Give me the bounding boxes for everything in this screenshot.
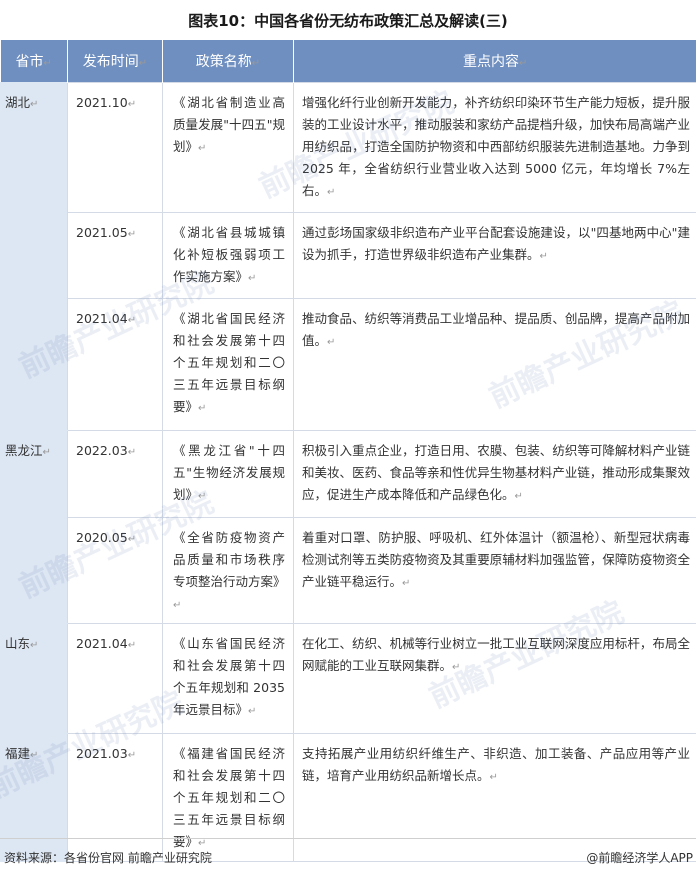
date-cell: 2021.05↵: [67, 212, 163, 299]
table-row: 2020.05↵ 《全省防疫物资产品质量和市场秩序专项整治行动方案》↵ 着重对口…: [1, 517, 696, 624]
content-cell: 在化工、纺织、机械等行业树立一批工业互联网深度应用标杆，布局全网赋能的工业互联网…: [293, 623, 696, 734]
content-cell: 着重对口罩、防护服、呼吸机、红外体温计（额温枪）、新型冠状病毒检测试剂等五类防疫…: [293, 517, 696, 624]
header-content: 重点内容↵: [293, 40, 696, 83]
date-cell: 2021.04↵: [67, 298, 163, 431]
table-row: 2021.05↵ 《湖北省县城城镇化补短板强弱项工作实施方案》↵ 通过彭场国家级…: [1, 212, 696, 299]
date-cell: 2022.03↵: [67, 430, 163, 518]
table-row: 2021.04↵ 《湖北省国民经济和社会发展第十四个五年规划和二〇三五年远景目标…: [1, 298, 696, 431]
policy-table: 省市↵ 发布时间↵ 政策名称↵ 重点内容↵ 湖北↵ 2021.10↵ 《湖北省制…: [0, 40, 696, 862]
footer: 资料来源：各省份官网 前瞻产业研究院 @前瞻经济学人APP: [0, 838, 696, 876]
policy-name-cell: 《湖北省国民经济和社会发展第十四个五年规划和二〇三五年远景目标纲要》↵: [162, 298, 294, 431]
table-header-row: 省市↵ 发布时间↵ 政策名称↵ 重点内容↵: [0, 40, 696, 83]
date-cell: 2021.04↵: [67, 623, 163, 734]
policy-name-cell: 《山东省国民经济和社会发展第十四个五年规划和 2035 年远景目标》↵: [162, 623, 294, 734]
date-cell: 2021.10↵: [67, 82, 163, 213]
content-cell: 积极引入重点企业，打造日用、农膜、包装、纺织等可降解材料产业链和美妆、医药、食品…: [293, 430, 696, 518]
policy-name-cell: 《湖北省县城城镇化补短板强弱项工作实施方案》↵: [162, 212, 294, 299]
content-cell: 通过彭场国家级非织造布产业平台配套设施建设，以"四基地两中心"建设为抓手，打造世…: [293, 212, 696, 299]
province-cell: 山东↵: [0, 623, 68, 734]
chart-title: 图表10：中国各省份无纺布政策汇总及解读(三): [188, 11, 508, 30]
table-row: 山东↵ 2021.04↵ 《山东省国民经济和社会发展第十四个五年规划和 2035…: [0, 623, 696, 734]
table-row: 黑龙江↵ 2022.03↵ 《黑龙江省"十四五"生物经济发展规划》↵ 积极引入重…: [0, 430, 696, 624]
table-row: 湖北↵ 2021.10↵ 《湖北省制造业高质量发展"十四五"规划》↵ 增强化纤行…: [0, 82, 696, 431]
header-date: 发布时间↵: [67, 40, 163, 83]
content-cell: 推动食品、纺织等消费品工业增品种、提品质、创品牌，提高产品附加值。↵: [293, 298, 696, 431]
brand-label: @前瞻经济学人APP: [586, 851, 693, 865]
policy-name-cell: 《黑龙江省"十四五"生物经济发展规划》↵: [162, 430, 294, 518]
source-note: 资料来源：各省份官网 前瞻产业研究院: [4, 851, 212, 865]
date-cell: 2020.05↵: [67, 517, 163, 624]
policy-name-cell: 《全省防疫物资产品质量和市场秩序专项整治行动方案》↵: [162, 517, 294, 624]
header-province: 省市↵: [0, 40, 68, 83]
content-cell: 增强化纤行业创新开发能力，补齐纺织印染环节生产能力短板，提升服装的工业设计水平，…: [293, 82, 696, 213]
header-policy: 政策名称↵: [162, 40, 294, 83]
province-cell: 黑龙江↵: [0, 430, 68, 624]
province-cell: 湖北↵: [0, 82, 68, 431]
policy-name-cell: 《湖北省制造业高质量发展"十四五"规划》↵: [162, 82, 294, 213]
